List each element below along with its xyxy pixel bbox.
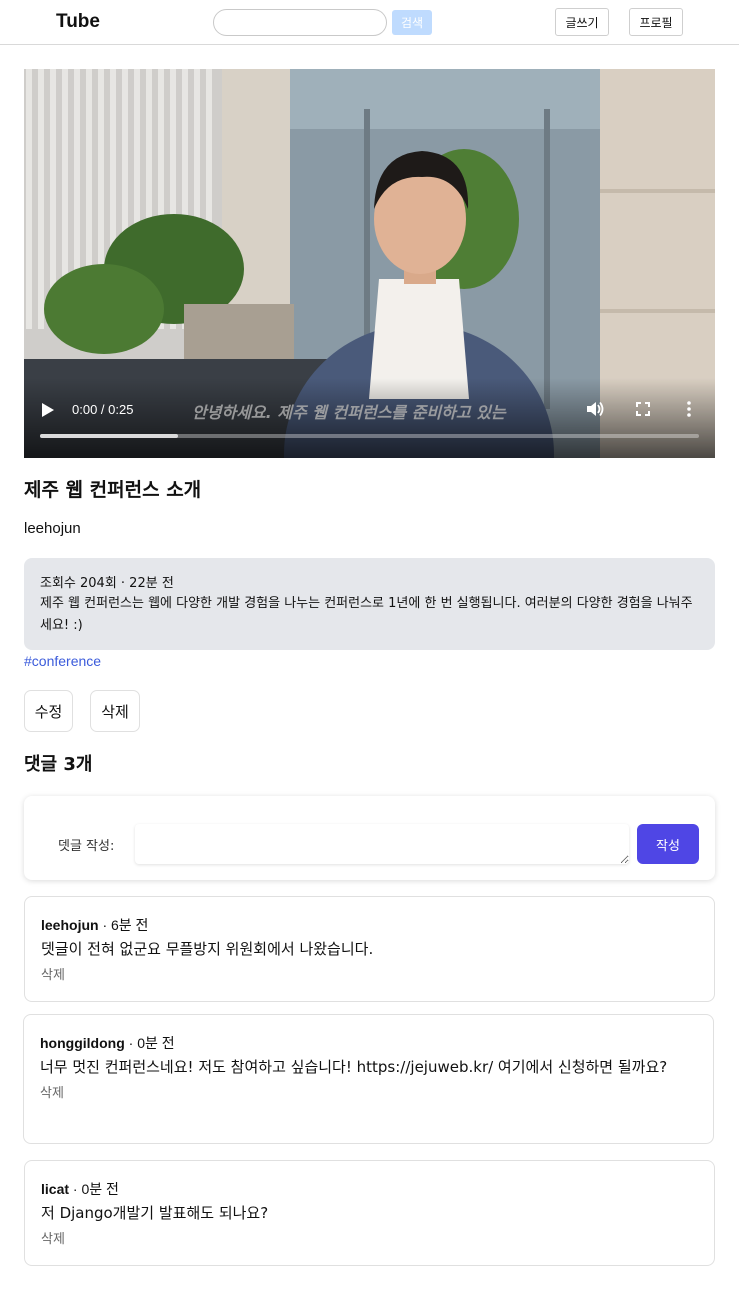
comment-time: · 6분 전 xyxy=(98,917,149,933)
more-options-icon[interactable] xyxy=(686,401,692,417)
video-time: 0:00 / 0:25 xyxy=(72,402,134,417)
description-box: 조회수 204회 · 22분 전 제주 웹 컨퍼런스는 웹에 다양한 개발 경험… xyxy=(24,558,715,650)
comment-user[interactable]: leehojun xyxy=(41,917,99,933)
volume-icon[interactable] xyxy=(586,400,604,418)
comment-header: leehojun · 6분 전 xyxy=(41,915,698,935)
comment-text: 뎃글이 전혀 없군요 무플방지 위원회에서 나왔습니다. xyxy=(41,940,374,958)
play-icon[interactable] xyxy=(41,402,55,418)
comment-user[interactable]: licat xyxy=(41,1181,69,1197)
comment-delete-link[interactable]: 삭제 xyxy=(40,1082,697,1101)
write-button[interactable]: 글쓰기 xyxy=(555,8,609,36)
fullscreen-icon[interactable] xyxy=(636,402,650,416)
comment-form: 뎃글 작성: 작성 xyxy=(24,796,715,880)
hashtag-link[interactable]: #conference xyxy=(24,653,101,669)
video-title: 제주 웹 컨퍼런스 소개 xyxy=(24,479,202,501)
comment-form-label: 뎃글 작성: xyxy=(58,839,115,854)
comment-time: · 0분 전 xyxy=(69,1181,119,1197)
comment-delete-link[interactable]: 삭제 xyxy=(41,1228,698,1247)
logo[interactable]: Tube xyxy=(56,11,100,33)
comment-item: leehojun · 6분 전 뎃글이 전혀 없군요 무플방지 위원회에서 나왔… xyxy=(24,896,715,1002)
video-player[interactable]: 0:00 / 0:25 안녕하세요. 제주 웹 컨퍼런스를 준비하고 있는 xyxy=(24,69,715,458)
video-caption: 안녕하세요. 제주 웹 컨퍼런스를 준비하고 있는 xyxy=(192,403,506,422)
comment-delete-link[interactable]: 삭제 xyxy=(41,964,698,983)
video-description: 제주 웹 컨퍼런스는 웹에 다양한 개발 경험을 나누는 컨퍼런스로 1년에 한… xyxy=(40,596,693,633)
comment-item: honggildong · 0분 전 너무 멋진 컨퍼런스네요! 저도 참여하고… xyxy=(23,1014,714,1144)
comment-textarea[interactable] xyxy=(135,824,629,864)
comment-text: 너무 멋진 컨퍼런스네요! 저도 참여하고 싶습니다! https://jeju… xyxy=(40,1058,668,1076)
profile-button[interactable]: 프로필 xyxy=(629,8,683,36)
edit-button[interactable]: 수정 xyxy=(24,690,73,732)
comment-text: 저 Django개발기 발표해도 되나요? xyxy=(41,1204,269,1222)
video-author[interactable]: leehojun xyxy=(24,520,81,537)
comment-user[interactable]: honggildong xyxy=(40,1035,125,1051)
top-header: Tube 검색 글쓰기 프로필 xyxy=(0,0,739,45)
comment-submit-button[interactable]: 작성 xyxy=(637,824,699,864)
search-button[interactable]: 검색 xyxy=(392,10,432,35)
comment-header: honggildong · 0분 전 xyxy=(40,1033,697,1053)
video-progress-bar[interactable] xyxy=(40,434,699,438)
comment-time: · 0분 전 xyxy=(124,1035,175,1051)
comment-item: licat · 0분 전 저 Django개발기 발표해도 되나요? 삭제 xyxy=(24,1160,715,1266)
comments-count-title: 댓글 3개 xyxy=(24,754,93,775)
comment-header: licat · 0분 전 xyxy=(41,1179,698,1199)
search-input[interactable] xyxy=(213,9,387,36)
video-meta: 조회수 204회 · 22분 전 xyxy=(40,576,174,591)
video-progress-fill xyxy=(40,434,179,438)
delete-button[interactable]: 삭제 xyxy=(90,690,140,732)
